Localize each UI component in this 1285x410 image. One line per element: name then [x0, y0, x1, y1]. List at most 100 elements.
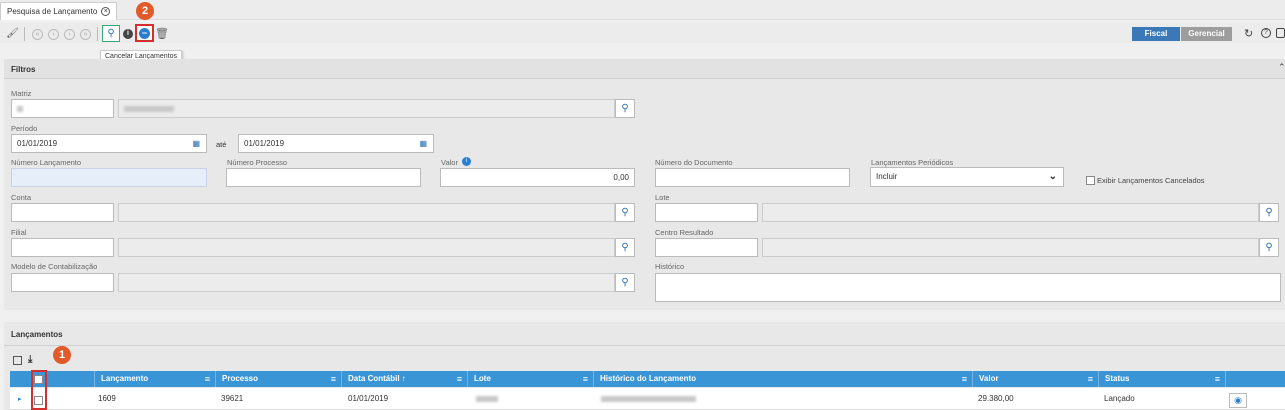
periodo-start-input[interactable]: 01/01/2019 ▦ [11, 134, 207, 153]
cell-data: 01/01/2019 [348, 394, 389, 403]
periodo-end-input[interactable]: 01/01/2019 ▦ [238, 134, 434, 153]
next-page-icon[interactable]: › [64, 29, 75, 40]
column-processo[interactable]: Processo ≡ [215, 371, 341, 387]
cell-historico [595, 388, 696, 410]
modelo-code-input[interactable] [11, 273, 114, 292]
column-label: Processo [222, 374, 259, 383]
column-status[interactable]: Status ≡ [1098, 371, 1225, 387]
periodo-label: Período [11, 124, 38, 133]
chevron-down-icon: ⌄ [1048, 171, 1057, 182]
column-lote[interactable]: Lote ≡ [467, 371, 593, 387]
modelo-name-input [118, 273, 615, 292]
toolbar-separator [97, 27, 98, 41]
cell-lancamento: 1609 [98, 394, 116, 403]
column-historico[interactable]: Histórico do Lançamento ≡ [593, 371, 972, 387]
lote-label: Lote [655, 193, 670, 202]
column-actions [1225, 371, 1285, 387]
fiscal-button[interactable]: Fiscal [1132, 27, 1180, 41]
toolbar-separator [24, 27, 25, 41]
lote-code-input[interactable] [655, 203, 758, 222]
gerencial-button[interactable]: Gerencial [1181, 27, 1232, 41]
column-label: Lote [474, 374, 491, 383]
prev-page-icon[interactable]: ‹ [48, 29, 59, 40]
tab-bar [0, 0, 1285, 20]
calendar-icon[interactable]: ▦ [419, 135, 427, 152]
info-icon[interactable]: i [123, 29, 133, 39]
menu-icon[interactable]: ≡ [457, 371, 462, 387]
historico-label: Histórico [655, 262, 685, 271]
matriz-code-input[interactable] [11, 99, 114, 118]
conta-search-icon[interactable]: ⚲ [615, 203, 635, 222]
historico-input[interactable] [655, 273, 1281, 302]
column-lancamento[interactable]: Lançamento ≡ [94, 371, 215, 387]
filial-search-icon[interactable]: ⚲ [615, 238, 635, 257]
lote-search-icon[interactable]: ⚲ [1259, 203, 1279, 222]
search-icon: ⚲ [107, 28, 115, 39]
annotation-badge-2: 2 [136, 2, 154, 20]
conta-name-input [118, 203, 615, 222]
centro-resultado-search-icon[interactable]: ⚲ [1259, 238, 1279, 257]
menu-icon[interactable]: ≡ [1088, 371, 1093, 387]
tab-pesquisa-lancamento[interactable]: Pesquisa de Lançamento × [0, 2, 118, 20]
info-icon[interactable]: i [462, 157, 471, 166]
cancel-lancamentos-button[interactable]: − [135, 24, 154, 42]
menu-icon[interactable]: ≡ [205, 371, 210, 387]
filters-title: Filtros [11, 65, 36, 74]
matriz-label: Matriz [11, 89, 32, 98]
matriz-search-icon[interactable]: ⚲ [615, 99, 635, 118]
help-icon[interactable]: ? [1261, 28, 1271, 38]
refresh-icon[interactable]: ↻ [1244, 27, 1253, 40]
menu-icon[interactable]: ≡ [962, 371, 967, 387]
valor-label: Valor [441, 158, 458, 167]
exibir-cancelados-label: Exibir Lançamentos Cancelados [1097, 176, 1205, 185]
calendar-icon[interactable]: ▦ [192, 135, 200, 152]
modelo-label: Modelo de Contabilização [11, 262, 98, 271]
lanc-periodicos-select[interactable]: Incluir ⌄ [870, 167, 1064, 187]
cell-status: Lançado [1104, 394, 1135, 403]
sort-asc-icon: ↑ [401, 374, 406, 383]
filial-label: Filial [11, 228, 27, 237]
filial-name-input [118, 238, 615, 257]
menu-icon[interactable]: ≡ [331, 371, 336, 387]
centro-resultado-name-input [762, 238, 1259, 257]
menu-icon[interactable]: ≡ [1215, 371, 1220, 387]
numero-processo-label: Número Processo [227, 158, 288, 167]
filial-code-input[interactable] [11, 238, 114, 257]
conta-label: Conta [11, 193, 32, 202]
search-button[interactable]: ⚲ [102, 25, 120, 42]
divider [4, 345, 1285, 346]
first-page-icon[interactable]: « [32, 29, 43, 40]
filters-header [4, 59, 1285, 79]
conta-code-input[interactable] [11, 203, 114, 222]
trash-icon[interactable]: 🗑 [155, 27, 169, 40]
last-page-icon[interactable]: » [80, 29, 91, 40]
collapse-icon[interactable]: ⌃ [1278, 62, 1285, 73]
periodo-start-value: 01/01/2019 [17, 139, 58, 148]
lote-name-input [762, 203, 1259, 222]
expand-icon[interactable]: ▸ [18, 395, 22, 403]
toolbar [0, 23, 1285, 43]
cell-lote [470, 388, 498, 410]
lancamentos-title: Lançamentos [11, 330, 63, 339]
copy-icon[interactable] [13, 356, 22, 365]
numero-lancamento-input[interactable] [11, 168, 207, 187]
column-valor[interactable]: Valor ≡ [972, 371, 1098, 387]
centro-resultado-label: Centro Resultado [655, 228, 714, 237]
numero-processo-input[interactable] [226, 168, 421, 187]
numero-documento-input[interactable] [655, 168, 850, 187]
close-icon[interactable]: × [101, 7, 111, 17]
numero-documento-label: Número do Documento [655, 158, 733, 167]
lock-icon[interactable] [1276, 28, 1285, 38]
ate-label: até [216, 140, 227, 149]
brush-icon[interactable]: 🖌 [5, 26, 20, 41]
menu-icon[interactable]: ≡ [583, 371, 588, 387]
download-icon[interactable]: ⤓ [28, 354, 32, 365]
modelo-search-icon[interactable]: ⚲ [615, 273, 635, 292]
cell-valor: 29.380,00 [978, 394, 1014, 403]
annotation-badge-1: 1 [53, 346, 71, 364]
view-eye-icon[interactable]: ◉ [1229, 393, 1247, 408]
exibir-cancelados-checkbox[interactable] [1086, 176, 1095, 185]
column-data-contabil[interactable]: Data Contábil ↑ ≡ [341, 371, 467, 387]
valor-input[interactable]: 0,00 [440, 168, 635, 187]
centro-resultado-code-input[interactable] [655, 238, 758, 257]
